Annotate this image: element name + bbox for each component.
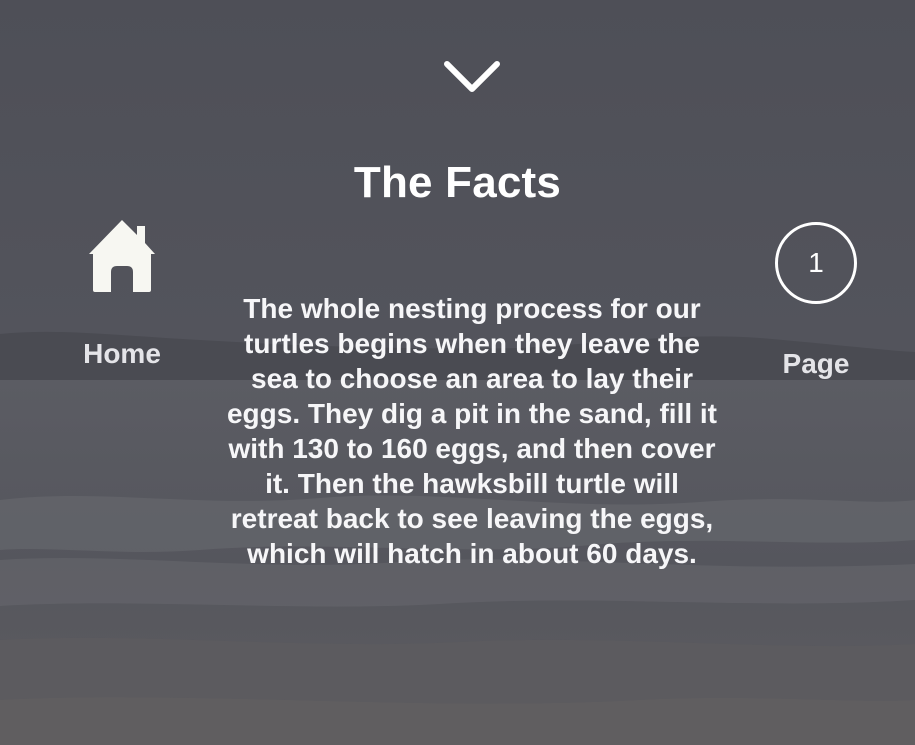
home-link[interactable]: Home [70,216,174,370]
facts-paragraph: The whole nesting process for our turtle… [226,293,718,569]
home-icon [89,220,155,292]
page-title: The Facts [353,158,562,207]
page-indicator[interactable]: 1 Page [764,222,868,380]
page-number: 1 [775,222,857,304]
chevron-down-icon[interactable] [442,58,502,98]
page-label: Page [782,348,850,379]
home-label: Home [83,338,161,369]
